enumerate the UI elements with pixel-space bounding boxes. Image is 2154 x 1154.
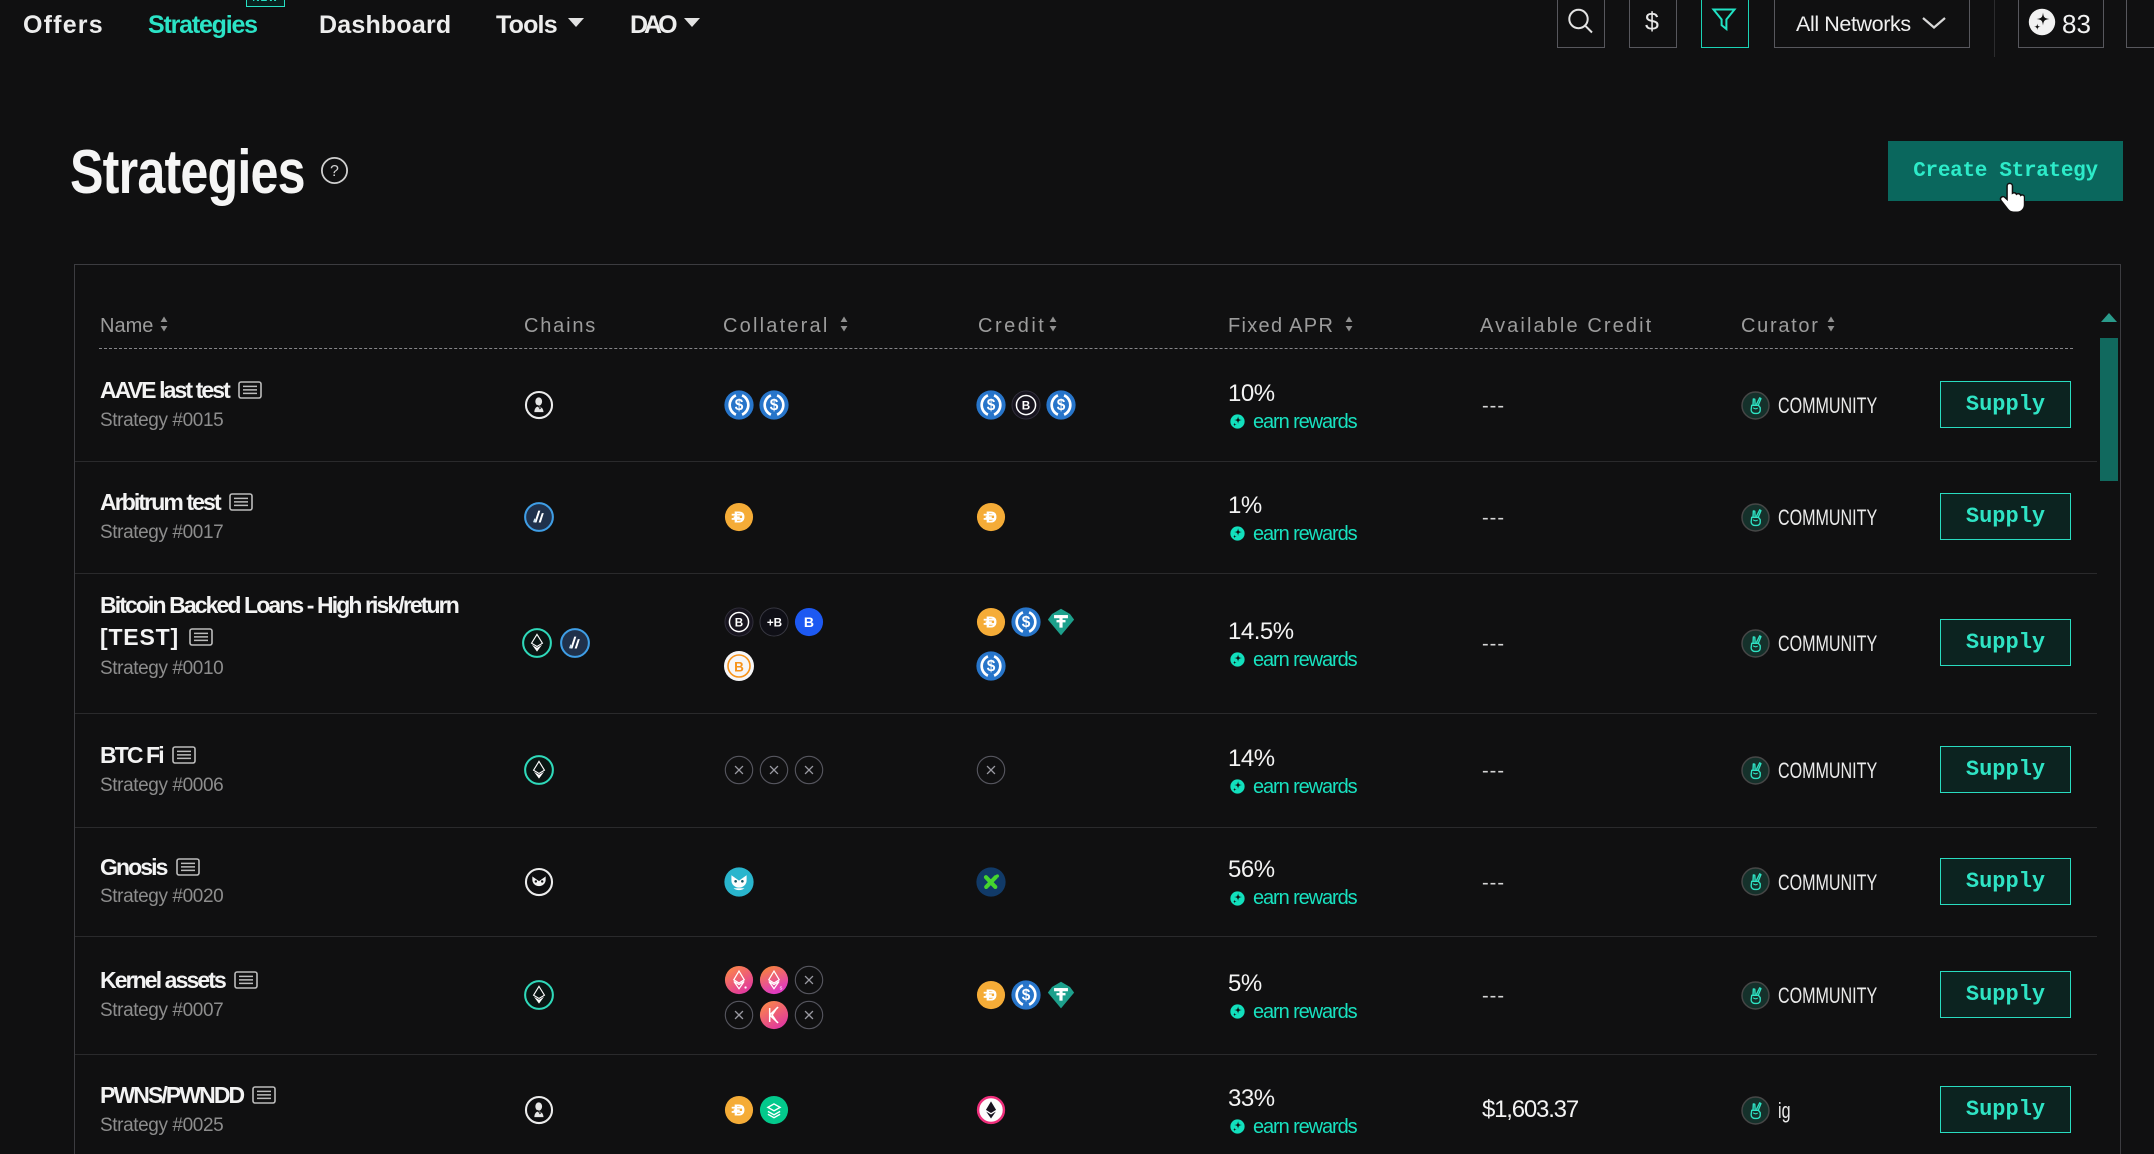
svg-text:?: ? xyxy=(330,163,339,180)
